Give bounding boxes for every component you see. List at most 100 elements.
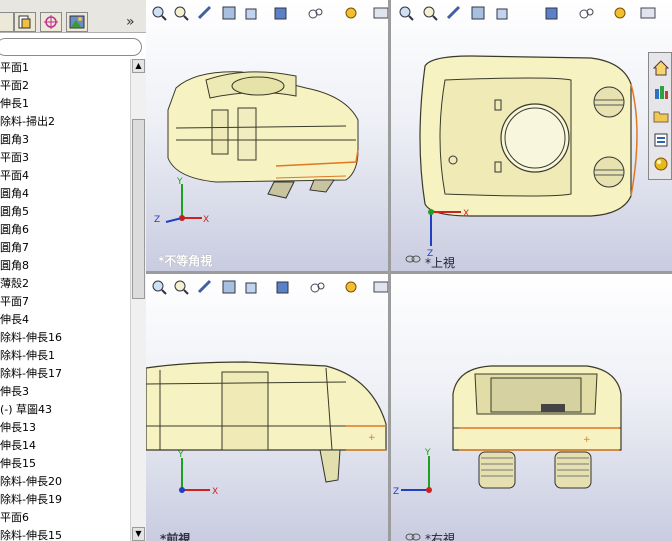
axis-z-label: Z	[154, 215, 160, 225]
view-orientation-icon[interactable]	[493, 4, 511, 22]
hide-show-items-icon[interactable]	[306, 4, 324, 22]
file-explorer-icon[interactable]	[652, 107, 670, 125]
previous-view-icon[interactable]	[445, 4, 463, 22]
axis-x-label: X	[463, 209, 469, 219]
axis-x-label: X	[212, 487, 218, 497]
model-front: + Y X	[146, 361, 387, 497]
hide-show-items-icon[interactable]	[577, 4, 595, 22]
model-isometric: Y X Z	[154, 71, 359, 225]
previous-view-icon[interactable]	[196, 4, 214, 22]
svg-text:+: +	[368, 433, 376, 443]
feature-tree-item[interactable]: 圓角8	[0, 257, 130, 275]
zoom-area-icon[interactable]	[172, 4, 190, 22]
feature-tree-item[interactable]: 除料-伸長15	[0, 527, 130, 541]
viewport-label-isometric: *不等角視	[158, 254, 213, 268]
feature-manager-panel: » 平面1 平面2 伸長1 除料-掃出2 圓角3 平面3 平面4 圓角4 圓角5 圓角6 圓角7 圓角…	[0, 0, 147, 541]
more-tabs-chevron[interactable]: »	[126, 14, 135, 30]
feature-tree-item[interactable]: 圓角6	[0, 221, 130, 239]
appearance-icon[interactable]	[342, 4, 360, 22]
task-pane-tabs	[648, 52, 672, 180]
design-library-icon[interactable]	[652, 83, 670, 101]
viewport-isometric[interactable]: Y X Z *不等角視	[146, 0, 388, 271]
feature-tree-item[interactable]: 除料-伸長20	[0, 473, 130, 491]
feature-tree-item[interactable]: 除料-伸長16	[0, 329, 130, 347]
display-style-icon[interactable]	[274, 278, 292, 296]
viewport-splitter-horizontal[interactable]	[146, 271, 672, 274]
zoom-to-fit-icon[interactable]	[150, 278, 168, 296]
feature-tree: 平面1 平面2 伸長1 除料-掃出2 圓角3 平面3 平面4 圓角4 圓角5 圓角6 圓角7 圓角8 薄…	[0, 59, 130, 541]
scrollbar-thumb[interactable]	[132, 119, 145, 299]
model-right: + Y Z	[393, 365, 622, 497]
link-views-icon[interactable]	[405, 532, 421, 541]
feature-manager-tabs: »	[0, 0, 146, 33]
feature-tree-item[interactable]: 除料-伸長17	[0, 365, 130, 383]
display-manager-icon	[69, 15, 85, 29]
appearances-scenes-icon[interactable]	[652, 155, 670, 173]
viewport-right[interactable]: + Y Z *右視	[391, 274, 672, 541]
previous-view-icon[interactable]	[196, 278, 214, 296]
feature-tree-item[interactable]: 除料-伸長19	[0, 491, 130, 509]
viewport-top[interactable]: X Z *上視	[391, 0, 672, 271]
display-style-icon[interactable]	[543, 4, 561, 22]
view-palette-icon[interactable]	[652, 131, 670, 149]
axis-z-label: Z	[393, 487, 399, 497]
view-orientation-icon[interactable]	[242, 278, 260, 296]
feature-tree-item[interactable]: 除料-伸長1	[0, 347, 130, 365]
feature-tree-scrollbar[interactable]: ▲ ▼	[130, 59, 146, 541]
feature-tree-item[interactable]: 圓角7	[0, 239, 130, 257]
crosshair-target-icon	[44, 15, 58, 29]
property-manager-tab[interactable]	[0, 12, 14, 32]
feature-tree-item[interactable]: 伸長14	[0, 437, 130, 455]
scene-icon[interactable]	[372, 4, 388, 22]
feature-tree-item[interactable]: 伸長3	[0, 383, 130, 401]
view-orientation-icon[interactable]	[242, 4, 260, 22]
feature-tree-item[interactable]: 圓角4	[0, 185, 130, 203]
link-views-icon[interactable]	[405, 254, 421, 264]
feature-tree-item[interactable]: 伸長15	[0, 455, 130, 473]
feature-tree-item[interactable]: 平面6	[0, 509, 130, 527]
configuration-icon	[18, 15, 31, 29]
zoom-area-icon[interactable]	[421, 4, 439, 22]
viewport-label-top: *上視	[425, 256, 456, 270]
section-view-icon[interactable]	[220, 278, 238, 296]
zoom-area-icon[interactable]	[172, 278, 190, 296]
scroll-down-icon[interactable]: ▼	[132, 527, 145, 541]
appearance-icon[interactable]	[342, 278, 360, 296]
feature-tree-item[interactable]: 薄殼2	[0, 275, 130, 293]
axis-y-label: Y	[176, 177, 183, 187]
axis-x-label: X	[203, 215, 209, 225]
feature-tree-item[interactable]: 圓角5	[0, 203, 130, 221]
section-view-icon[interactable]	[220, 4, 238, 22]
feature-tree-item[interactable]: 伸長4	[0, 311, 130, 329]
feature-tree-item[interactable]: (-) 草圖43	[0, 401, 130, 419]
scene-icon[interactable]	[639, 4, 657, 22]
display-manager-tab[interactable]	[66, 12, 88, 32]
section-view-icon[interactable]	[469, 4, 487, 22]
viewport-label-right: *右視	[425, 532, 456, 541]
feature-tree-item[interactable]: 平面3	[0, 149, 130, 167]
hide-show-items-icon[interactable]	[308, 278, 326, 296]
scroll-up-icon[interactable]: ▲	[132, 59, 145, 73]
feature-tree-item[interactable]: 平面7	[0, 293, 130, 311]
axis-y-label: Y	[424, 448, 431, 458]
feature-filter-input[interactable]	[0, 38, 142, 56]
model-top: X Z	[419, 55, 638, 259]
zoom-to-fit-icon[interactable]	[397, 4, 415, 22]
feature-tree-item[interactable]: 平面1	[0, 59, 130, 77]
viewport-label-front: *前視	[160, 532, 191, 541]
viewport-front[interactable]: + Y X *前視	[146, 274, 388, 541]
feature-tree-item[interactable]: 伸長13	[0, 419, 130, 437]
feature-tree-item[interactable]: 除料-掃出2	[0, 113, 130, 131]
feature-tree-item[interactable]: 平面4	[0, 167, 130, 185]
configuration-manager-tab[interactable]	[14, 12, 36, 32]
zoom-to-fit-icon[interactable]	[150, 4, 168, 22]
feature-tree-item[interactable]: 圓角3	[0, 131, 130, 149]
feature-tree-item[interactable]: 伸長1	[0, 95, 130, 113]
display-style-icon[interactable]	[272, 4, 290, 22]
appearance-icon[interactable]	[611, 4, 629, 22]
feature-tree-item[interactable]: 平面2	[0, 77, 130, 95]
home-icon[interactable]	[652, 59, 670, 77]
dimxpert-tab[interactable]	[40, 12, 62, 32]
svg-text:+: +	[583, 435, 591, 445]
scene-icon[interactable]	[372, 278, 388, 296]
